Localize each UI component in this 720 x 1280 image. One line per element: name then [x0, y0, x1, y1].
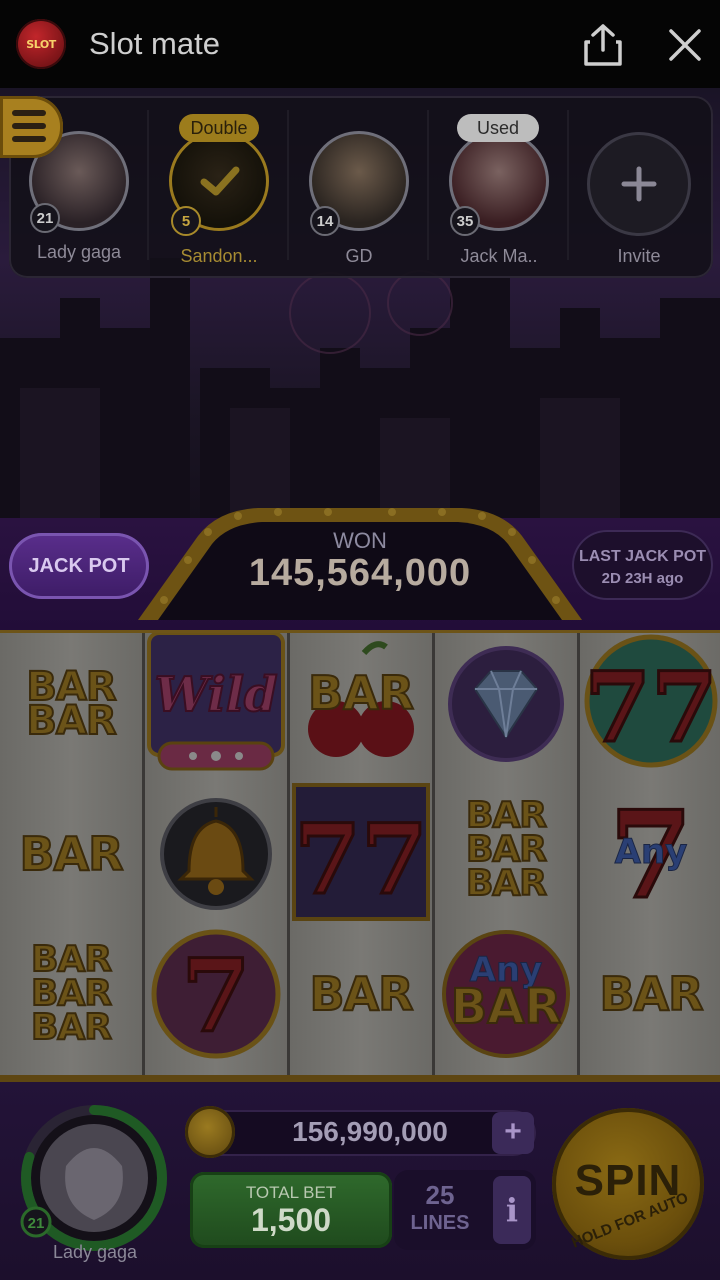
double-tag: Double: [179, 114, 259, 142]
friend-level-badge: 35: [450, 206, 480, 236]
friend-name: Sandon...: [180, 246, 258, 266]
svg-text:BAR: BAR: [308, 666, 414, 720]
reel: BAR BAR BAR BAR BAR BAR: [0, 633, 142, 1075]
lines-count: 25: [425, 1180, 455, 1210]
top-bar: SLOT Slot mate: [0, 0, 720, 88]
svg-text:Any: Any: [615, 832, 688, 872]
app-title: Slot mate: [89, 26, 220, 61]
last-jackpot-label: LAST JACK POT: [578, 548, 707, 565]
diamond-symbol: [435, 633, 577, 775]
won-amount: 145,564,000: [248, 552, 472, 594]
bar-symbol: BAR: [598, 967, 704, 1021]
total-bet-value: 1,500: [250, 1202, 332, 1238]
lines-label: LINES: [410, 1212, 470, 1234]
svg-text:Wild: Wild: [154, 667, 277, 723]
slot-reels: BAR BAR BAR BAR BAR BAR Wild 7 BAR 77 BA…: [0, 630, 720, 1085]
friend-name: GD: [345, 246, 373, 266]
player-level: 21: [28, 1215, 45, 1232]
last-jackpot-time: 2D 23H ago: [601, 570, 684, 587]
bar-symbol: BAR: [18, 827, 124, 881]
won-label: WON: [333, 528, 387, 553]
reel: BAR 77 BAR: [290, 633, 432, 1075]
menu-icon: [12, 136, 46, 142]
friend-level-badge: 21: [30, 203, 60, 233]
wild-symbol: Wild: [145, 633, 287, 775]
reel: Wild 7: [145, 633, 287, 1075]
total-bet-label: TOTAL BET: [245, 1183, 337, 1202]
player-avatar[interactable]: 21: [18, 1102, 170, 1254]
triple-bar-symbol: BAR BAR BAR: [465, 795, 548, 904]
used-tag: Used: [457, 114, 539, 142]
info-button[interactable]: i: [493, 1176, 531, 1244]
seven-symbol: 7: [145, 923, 287, 1065]
bar-bar-symbol: BAR BAR: [25, 664, 117, 744]
friend-card[interactable]: Used 35 Jack Ma..: [429, 96, 569, 278]
close-icon[interactable]: [664, 24, 706, 66]
last-jackpot-button[interactable]: LAST JACK POT 2D 23H ago: [572, 530, 713, 600]
double-seven-symbol: 77: [580, 633, 720, 775]
jackpot-button[interactable]: JACK POT: [9, 533, 149, 599]
coin-icon: [185, 1106, 235, 1158]
invite-label: Invite: [617, 246, 661, 266]
friends-panel: 21 Lady gaga Double 5 Sandon... 14 GD Us…: [9, 96, 713, 278]
menu-icon: [12, 110, 46, 116]
bell-symbol: [145, 783, 287, 925]
reel: 77 7 Any BAR: [580, 633, 720, 1075]
svg-text:BAR: BAR: [451, 979, 562, 1035]
friend-level-badge: 14: [310, 206, 340, 236]
cherry-bar-symbol: BAR: [290, 633, 432, 775]
buy-coins-button[interactable]: +: [492, 1112, 534, 1154]
invite-button[interactable]: Invite: [569, 96, 709, 278]
friend-name: Jack Ma..: [460, 246, 538, 266]
bar-symbol: BAR: [308, 967, 414, 1021]
friend-card[interactable]: Double 5 Sandon...: [149, 96, 289, 278]
invite-circle: [587, 132, 691, 236]
svg-text:7: 7: [181, 937, 251, 1055]
reel: BAR BAR BAR Any BAR: [435, 633, 577, 1075]
friend-name: Lady gaga: [36, 242, 122, 262]
menu-button[interactable]: [0, 96, 63, 158]
triple-bar-symbol: BAR BAR BAR: [30, 939, 113, 1048]
any-bar-symbol: Any BAR: [435, 923, 577, 1065]
menu-icon: [12, 123, 46, 129]
friend-level-badge: 5: [171, 206, 201, 236]
friend-card[interactable]: 14 GD: [289, 96, 429, 278]
any-seven-symbol: 7 Any: [580, 779, 720, 922]
app-logo: SLOT: [16, 19, 66, 69]
svg-text:77: 77: [294, 803, 428, 916]
double-seven-symbol: 77: [290, 781, 432, 923]
plus-icon: [621, 166, 657, 202]
share-icon[interactable]: [580, 22, 626, 68]
coin-balance: 156,990,000: [292, 1116, 448, 1147]
svg-text:77: 77: [584, 651, 718, 764]
player-name: Lady gaga: [52, 1242, 138, 1262]
